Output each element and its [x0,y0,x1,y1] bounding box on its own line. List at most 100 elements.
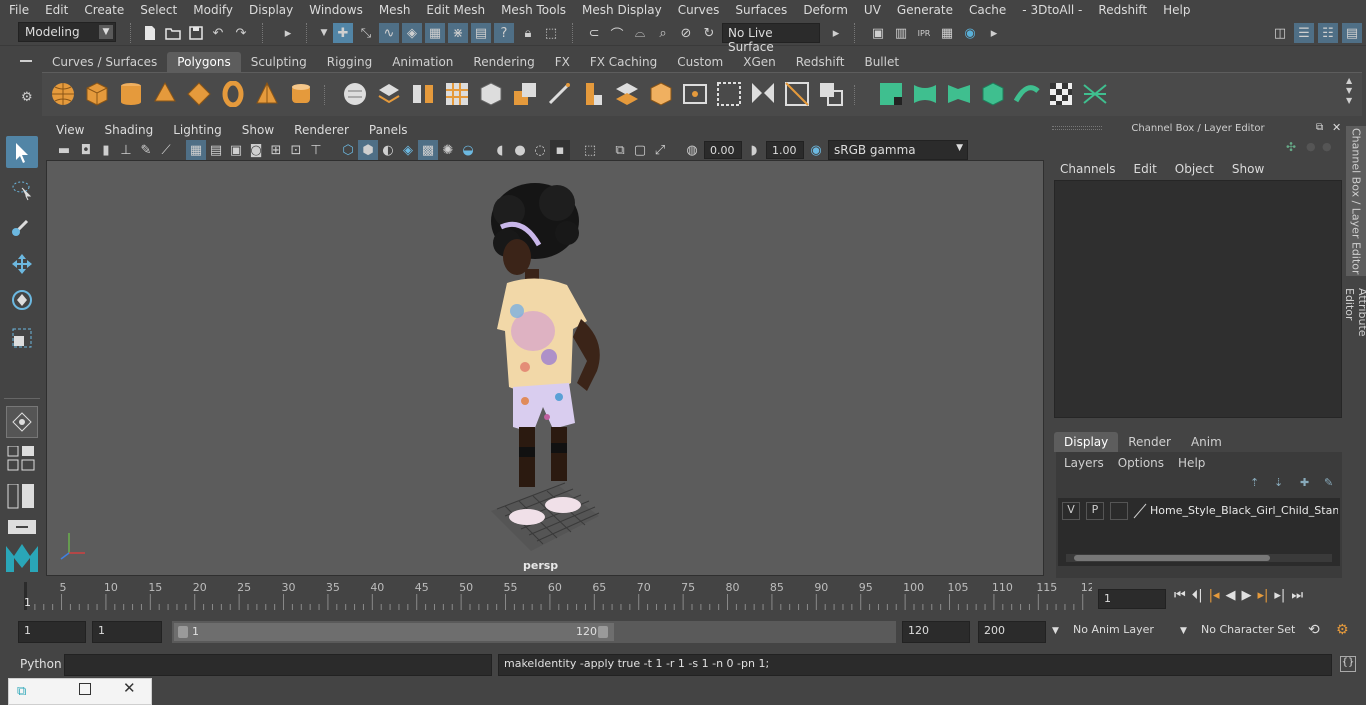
gear-icon[interactable]: ⚙ [21,90,33,105]
close-icon[interactable]: ✕ [123,679,136,697]
xray-active-icon[interactable]: ▢ [630,140,650,160]
range-slider-track[interactable]: 1 120 [172,621,896,643]
poly-cone-icon[interactable] [152,81,178,107]
uv-sew-icon[interactable] [1014,81,1040,107]
script-editor-icon[interactable]: {} [1340,656,1356,672]
gate-mask-icon[interactable]: ◙ [246,140,266,160]
range-slider-handle[interactable]: 1 120 [174,623,614,641]
shelf-scroll-arrows[interactable]: ▲ ▼ ▼ [1346,76,1352,106]
camera-attributes-icon[interactable]: ◘ [76,140,96,160]
menu-select[interactable]: Select [131,3,184,17]
grid-toggle-icon[interactable]: ▦ [186,140,206,160]
viewport-menu-show[interactable]: Show [232,123,284,137]
go-to-end-icon[interactable]: ⏭ [1291,588,1303,608]
maya-window-icon[interactable]: ⧉ [17,684,26,699]
lasso-tool-icon[interactable] [6,174,38,206]
wireframe-icon[interactable]: ⬡ [338,140,358,160]
menu-redshift[interactable]: Redshift [1089,3,1154,17]
use-all-lights-icon[interactable]: ▩ [418,140,438,160]
uv-cube-icon[interactable] [980,81,1006,107]
color-space-dropdown[interactable]: sRGB gamma ▼ [828,140,968,160]
magnet-icon[interactable]: ⊂ [584,23,604,43]
poly-torus-icon[interactable] [220,81,246,107]
layer-name[interactable]: Home_Style_Black_Girl_Child_Standin [1150,504,1338,517]
channel-menu-object[interactable]: Object [1175,162,1226,176]
2d-pan-zoom-icon[interactable]: ⟋ [156,140,176,160]
step-forward-frame-icon[interactable]: ▸| [1258,588,1269,608]
tab-render-layers[interactable]: Render [1118,432,1181,452]
layout-outliner-icon[interactable] [6,518,38,536]
step-forward-key-icon[interactable]: ▸︎| [1274,588,1285,608]
playback-start-field[interactable]: 1 [92,621,162,643]
tab-sculpting[interactable]: Sculpting [241,52,317,72]
help-icon[interactable]: ? [494,23,514,43]
menu-display[interactable]: Display [240,3,300,17]
textured-icon[interactable]: ◈ [398,140,418,160]
menu-uv[interactable]: UV [855,3,888,17]
target-weld-icon[interactable] [784,81,810,107]
menu-modify[interactable]: Modify [184,3,240,17]
tab-curves-surfaces[interactable]: Curves / Surfaces [42,52,167,72]
exposure-icon[interactable]: ◍ [682,140,702,160]
move-layer-up-icon[interactable]: ⇡ [1250,476,1259,489]
render-view-icon[interactable]: ▣ [868,23,888,43]
wireframe-on-shaded-icon[interactable]: ◐ [378,140,398,160]
snap-view-icon[interactable]: ⌕ [653,23,673,43]
uv-select-icon[interactable] [878,81,904,107]
layer-menu-layers[interactable]: Layers [1064,456,1104,470]
animation-start-field[interactable]: 1 [18,621,86,643]
animation-preferences-icon[interactable]: ⚙ [1336,622,1349,638]
select-cursor-icon[interactable]: ⬚ [541,23,561,43]
field-chart-icon[interactable]: ⊞ [266,140,286,160]
layer-color-icon[interactable] [1132,502,1148,520]
channel-menu-channels[interactable]: Channels [1060,162,1128,176]
fill-hole-icon[interactable] [682,81,708,107]
new-layer-selected-icon[interactable]: ✎ [1324,476,1333,489]
close-icon[interactable]: ✕ [1332,121,1341,134]
menu-mesh[interactable]: Mesh [370,3,418,17]
horizontal-scrollbar[interactable] [1066,554,1332,562]
xray-joints-icon[interactable]: ⧉ [610,140,630,160]
multisample-aa-icon[interactable]: ● [510,140,530,160]
layer-menu-help[interactable]: Help [1178,456,1205,470]
collapse-arrow-icon[interactable]: ▸ [826,23,846,43]
tab-fx-caching[interactable]: FX Caching [580,52,667,72]
move-layer-down-icon[interactable]: ⇣ [1274,476,1283,489]
lock-icon[interactable]: 🔒︎ [518,23,538,43]
snap-live-icon[interactable]: ⊘ [676,23,696,43]
smooth-shade-icon[interactable]: ⬢ [358,140,378,160]
channel-menu-show[interactable]: Show [1232,162,1276,176]
soft-select-icon[interactable] [6,406,38,438]
live-surface-field[interactable]: No Live Surface [722,23,820,54]
exposure-field[interactable]: 0.00 [704,141,742,159]
menu-3dtoall[interactable]: - 3DtoAll - [1013,3,1089,17]
extrude-icon[interactable] [580,81,606,107]
color-management-icon[interactable]: ◉ [806,140,826,160]
viewport-menu-view[interactable]: View [46,123,94,137]
tab-attribute-editor[interactable]: Attribute Editor [1343,288,1366,372]
time-slider[interactable]: 5 10 15 20 25 30 35 40 45 50 55 60 65 70 75 80 85 90 95 100… [16,580,1095,612]
boolean-icon[interactable] [512,81,538,107]
menu-windows[interactable]: Windows [300,3,370,17]
menu-cache[interactable]: Cache [960,3,1013,17]
scale-tool-icon[interactable] [6,322,38,354]
workspace-layout-icon[interactable]: ◫ [1270,23,1290,43]
screen-space-ao-icon[interactable]: ◒ [458,140,478,160]
layer-visibility-toggle[interactable]: V [1062,502,1080,520]
channel-menu-edit[interactable]: Edit [1134,162,1169,176]
multi-cut-icon[interactable] [546,81,572,107]
show-tool-settings-icon[interactable]: ☷ [1318,23,1338,43]
poly-cylinder-icon[interactable] [118,81,144,107]
combine-icon[interactable] [342,81,368,107]
safe-action-icon[interactable]: ⊡ [286,140,306,160]
snap-curve-icon[interactable]: ⌒ [607,23,627,43]
current-frame-field[interactable]: 1 [1098,589,1166,609]
resolution-gate-icon[interactable]: ▣ [226,140,246,160]
poly-pipe-icon[interactable] [288,81,314,107]
chevron-down-icon[interactable]: ▼ [314,23,334,43]
manipulator-icon[interactable]: ✣ [1286,140,1296,154]
select-by-component-icon[interactable]: ∿ [379,23,399,43]
viewport-menu-renderer[interactable]: Renderer [284,123,359,137]
undo-icon[interactable]: ↶ [208,23,228,43]
render-frame-icon[interactable]: ▥ [891,23,911,43]
